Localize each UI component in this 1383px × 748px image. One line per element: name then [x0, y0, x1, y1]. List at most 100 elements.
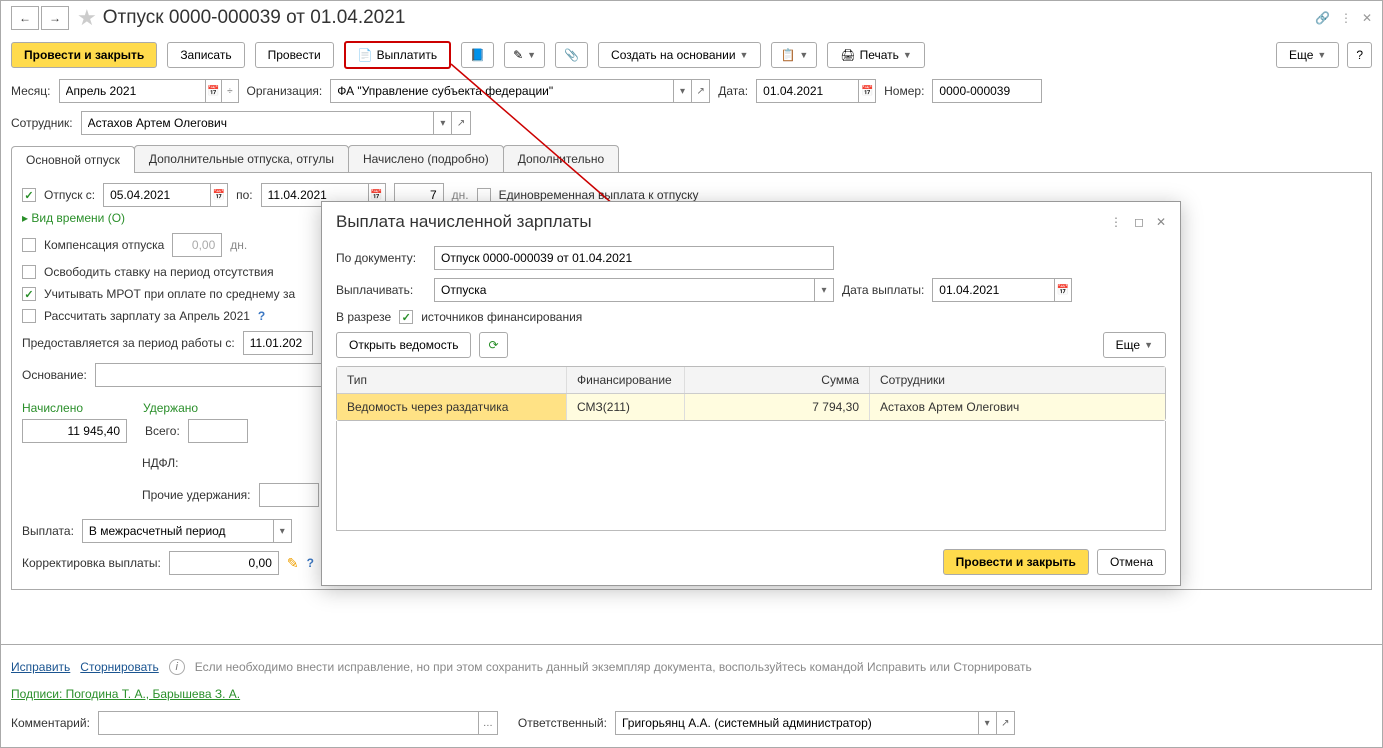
onetime-checkbox[interactable]	[477, 188, 491, 202]
org-input[interactable]: ▾ ↗	[330, 79, 710, 103]
bydoc-input[interactable]	[434, 246, 834, 270]
slice-label: В разрезе	[336, 310, 391, 324]
comp-unit: дн.	[230, 238, 247, 252]
period-from-input[interactable]	[243, 331, 313, 355]
resp-input[interactable]: ▾↗	[615, 711, 1015, 735]
col-type[interactable]: Тип	[337, 367, 567, 393]
calc-checkbox[interactable]	[22, 309, 36, 323]
post-and-close-button[interactable]: Провести и закрыть	[11, 42, 157, 68]
dialog-maximize-icon[interactable]: ◻	[1134, 215, 1144, 229]
kebab-icon[interactable]: ⋮	[1340, 11, 1352, 25]
tab-accrued[interactable]: Начислено (подробно)	[348, 145, 504, 172]
slice-option: источников финансирования	[421, 310, 582, 324]
stamp-button[interactable]: 📋▼	[771, 42, 817, 68]
paydate-input[interactable]: 📅	[932, 278, 1072, 302]
table-empty-area	[336, 421, 1166, 531]
save-button[interactable]: Записать	[167, 42, 244, 68]
create-based-button[interactable]: Создать на основании▼	[598, 42, 761, 68]
accrued-value[interactable]	[22, 419, 127, 443]
mrot-checkbox[interactable]	[22, 287, 36, 301]
nav-back[interactable]: ←	[11, 6, 39, 30]
period-label: Предоставляется за период работы с:	[22, 336, 235, 350]
tab-main[interactable]: Основной отпуск	[11, 146, 135, 173]
total-input[interactable]	[188, 419, 248, 443]
dialog-cancel-button[interactable]: Отмена	[1097, 549, 1166, 575]
dialog-post-close-button[interactable]: Провести и закрыть	[943, 549, 1089, 575]
basis-label: Основание:	[22, 368, 87, 382]
stepper-icon[interactable]: ÷	[221, 80, 237, 102]
comp-checkbox[interactable]	[22, 238, 36, 252]
slice-checkbox[interactable]	[399, 310, 413, 324]
calendar-icon[interactable]: 📅	[205, 80, 221, 102]
post-button[interactable]: Провести	[255, 42, 334, 68]
open-icon[interactable]: ↗	[691, 80, 709, 102]
dropdown-icon[interactable]: ▾	[673, 80, 691, 102]
time-type-expander[interactable]: ▸ Вид времени (О)	[22, 211, 125, 225]
date-input[interactable]: 📅	[756, 79, 876, 103]
dialog-kebab-icon[interactable]: ⋮	[1110, 215, 1122, 229]
help-icon[interactable]: ?	[258, 309, 265, 323]
dialog-more-button[interactable]: Еще▼	[1103, 332, 1166, 358]
pay-button[interactable]: 📄 Выплатить	[344, 41, 451, 69]
payment-dialog: Выплата начисленной зарплаты ⋮ ◻ ✕ По до…	[321, 201, 1181, 586]
attachment-button[interactable]: 📎	[555, 42, 588, 68]
help-icon[interactable]: ?	[307, 556, 314, 570]
correction-input[interactable]	[169, 551, 279, 575]
vacation-checkbox[interactable]	[22, 188, 36, 202]
dialog-close-icon[interactable]: ✕	[1156, 215, 1166, 229]
num-input[interactable]	[932, 79, 1042, 103]
resp-label: Ответственный:	[518, 716, 607, 730]
bydoc-label: По документу:	[336, 251, 426, 265]
more-button[interactable]: Еще▼	[1276, 42, 1339, 68]
comp-label: Компенсация отпуска	[44, 238, 164, 252]
favorite-star-icon[interactable]: ★	[77, 5, 97, 31]
mrot-label: Учитывать МРОТ при оплате по среднему за	[44, 287, 295, 301]
month-label: Месяц:	[11, 84, 51, 98]
signatures-link[interactable]: Подписи: Погодина Т. А., Барышева З. А.	[11, 687, 240, 701]
tab-additional[interactable]: Дополнительные отпуска, отгулы	[134, 145, 349, 172]
date-label: Дата:	[718, 84, 748, 98]
link-icon[interactable]: 🔗	[1315, 11, 1330, 25]
payout-label: Выплата:	[22, 524, 74, 538]
release-checkbox[interactable]	[22, 265, 36, 279]
ndfl-label: НДФЛ:	[142, 456, 178, 470]
paymethod-input[interactable]: ▾	[434, 278, 834, 302]
release-label: Освободить ставку на период отсутствия	[44, 265, 274, 279]
comp-input[interactable]	[172, 233, 222, 257]
other-input[interactable]	[259, 483, 319, 507]
edit-icon-button[interactable]: ✎▼	[504, 42, 545, 68]
refresh-button[interactable]: ⟳	[479, 332, 507, 358]
emp-input[interactable]: ▾ ↗	[81, 111, 471, 135]
close-icon[interactable]: ✕	[1362, 11, 1372, 25]
comment-label: Комментарий:	[11, 716, 90, 730]
open-sheet-button[interactable]: Открыть ведомость	[336, 332, 471, 358]
print-button[interactable]: 🖨 Печать▼	[827, 42, 924, 68]
col-fin[interactable]: Финансирование	[567, 367, 685, 393]
document-icon: 📄	[358, 48, 373, 62]
col-emps[interactable]: Сотрудники	[870, 367, 1165, 393]
accrued-heading: Начислено	[22, 401, 83, 415]
reverse-link[interactable]: Сторнировать	[80, 660, 158, 674]
date-from-input[interactable]: 📅	[103, 183, 228, 207]
basis-input[interactable]	[95, 363, 325, 387]
table-row[interactable]: Ведомость через раздатчика СМЗ(211) 7 79…	[337, 394, 1165, 420]
dropdown-icon[interactable]: ▾	[433, 112, 451, 134]
month-input[interactable]: 📅 ÷	[59, 79, 239, 103]
dialog-title: Выплата начисленной зарплаты	[336, 212, 592, 232]
info-icon: i	[169, 659, 185, 675]
pencil-icon[interactable]: ✎	[287, 555, 299, 572]
window-title: Отпуск 0000-000039 от 01.04.2021	[103, 7, 406, 29]
payout-input[interactable]: ▾	[82, 519, 292, 543]
fix-link[interactable]: Исправить	[11, 660, 70, 674]
help-button[interactable]: ?	[1347, 42, 1372, 68]
open-icon[interactable]: ↗	[451, 112, 469, 134]
report-icon-button[interactable]: 📘	[461, 42, 494, 68]
col-sum[interactable]: Сумма	[685, 367, 870, 393]
tab-extra[interactable]: Дополнительно	[503, 145, 619, 172]
to-label: по:	[236, 188, 253, 202]
calendar-icon[interactable]: 📅	[858, 80, 875, 102]
nav-forward[interactable]: →	[41, 6, 69, 30]
vacation-label: Отпуск с:	[44, 188, 95, 202]
comment-input[interactable]: …	[98, 711, 498, 735]
correction-label: Корректировка выплаты:	[22, 556, 161, 570]
